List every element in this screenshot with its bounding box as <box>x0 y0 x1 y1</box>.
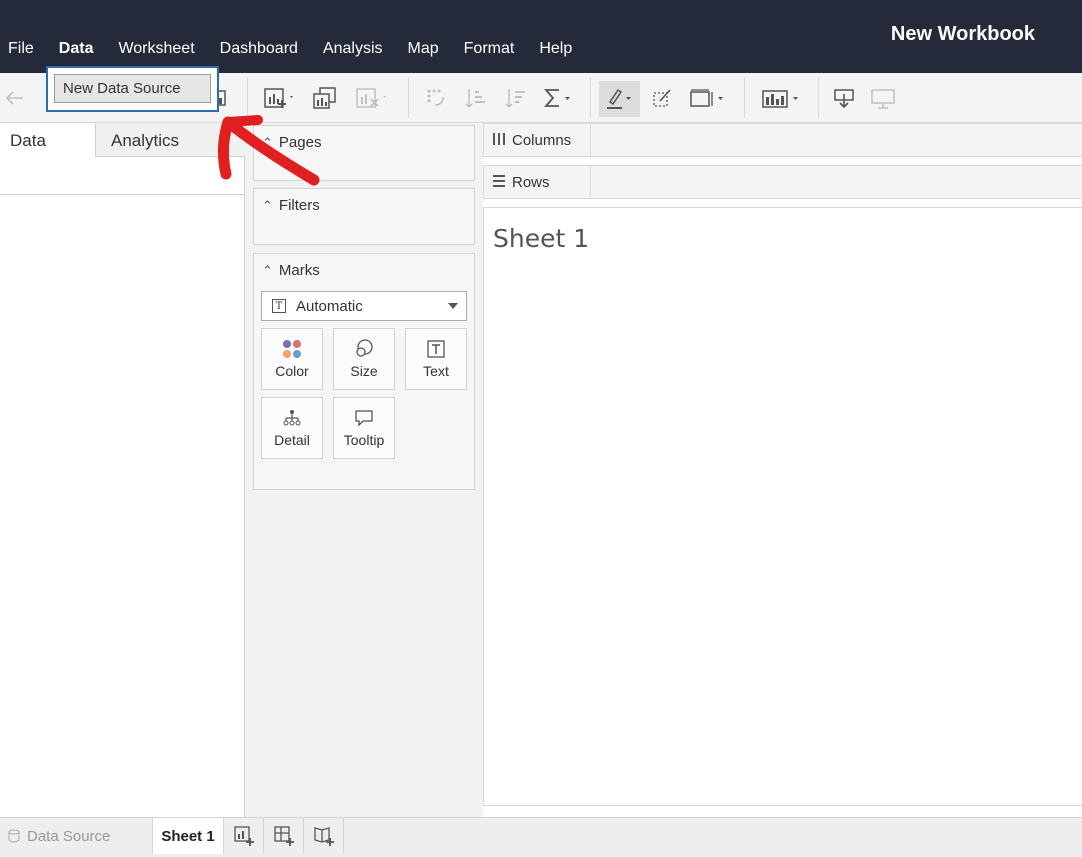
menu-help[interactable]: Help <box>539 38 572 64</box>
workbook-title: New Workbook <box>890 23 1035 45</box>
color-dots-icon <box>283 340 301 358</box>
sheet-tab-bar: Data Source Sheet 1 <box>0 817 1082 857</box>
menu-bar: File Data Worksheet Dashboard Analysis M… <box>0 0 1082 73</box>
tooltip-label: Tooltip <box>343 432 385 448</box>
sort-descending-icon[interactable] <box>504 85 528 111</box>
data-menu-dropdown: New Data Source <box>46 66 219 112</box>
fit-view-icon[interactable] <box>688 85 728 111</box>
database-icon <box>8 829 20 843</box>
marks-card: ⌃ Marks T Automatic Color Size Text Deta… <box>253 253 475 490</box>
text-mark-button[interactable]: Text <box>405 328 467 390</box>
clear-sheet-icon[interactable] <box>354 85 390 111</box>
highlight-pen-icon[interactable] <box>604 85 634 111</box>
menu-worksheet[interactable]: Worksheet <box>118 38 194 64</box>
text-mark-icon: T <box>272 299 286 313</box>
show-labels-icon[interactable] <box>760 85 802 111</box>
detail-hierarchy-icon <box>283 410 301 426</box>
filters-title: Filters <box>278 197 320 214</box>
new-worksheet-icon[interactable] <box>262 85 296 111</box>
size-circles-icon <box>356 339 373 357</box>
main-menu: File Data Worksheet Dashboard Analysis M… <box>0 38 572 64</box>
color-mark-button[interactable]: Color <box>261 328 323 390</box>
mark-type-select[interactable]: T Automatic <box>261 291 467 321</box>
menu-dashboard[interactable]: Dashboard <box>220 38 298 64</box>
menu-map[interactable]: Map <box>408 38 439 64</box>
color-label: Color <box>275 363 309 379</box>
rows-shelf[interactable]: Rows <box>483 165 1082 199</box>
new-data-source-menu-item[interactable]: New Data Source <box>54 74 211 103</box>
rows-label: Rows <box>512 173 550 191</box>
detail-label: Detail <box>274 432 310 448</box>
group-members-icon[interactable] <box>650 85 674 111</box>
menu-analysis[interactable]: Analysis <box>323 38 383 64</box>
collapse-chevron-icon[interactable]: ⌃ <box>262 198 273 214</box>
mark-type-value: Automatic <box>296 297 363 315</box>
sort-ascending-icon[interactable] <box>464 85 488 111</box>
rows-icon <box>492 174 506 191</box>
worksheet-canvas[interactable]: Sheet 1 <box>483 207 1082 806</box>
data-pane: Data Analytics <box>0 123 245 817</box>
new-worksheet-tab-icon[interactable] <box>224 818 264 854</box>
new-dashboard-tab-icon[interactable] <box>264 818 304 854</box>
size-mark-button[interactable]: Size <box>333 328 395 390</box>
size-label: Size <box>350 363 378 379</box>
tab-data[interactable]: Data <box>0 123 95 157</box>
download-icon[interactable] <box>832 85 856 111</box>
pages-card: ⌃ Pages <box>253 125 475 181</box>
chevron-down-icon <box>448 303 458 309</box>
text-label: Text <box>423 363 449 379</box>
pane-divider <box>0 194 244 195</box>
tooltip-bubble-icon <box>355 410 373 427</box>
columns-shelf[interactable]: Columns <box>483 123 1082 157</box>
columns-icon <box>492 132 506 149</box>
collapse-chevron-icon[interactable]: ⌃ <box>262 135 273 151</box>
tab-analytics[interactable]: Analytics <box>95 123 245 157</box>
sheet-tab-label: Sheet 1 <box>161 827 215 845</box>
totals-sigma-icon[interactable] <box>543 85 573 111</box>
tab-sheet-1[interactable]: Sheet 1 <box>152 818 224 854</box>
menu-format[interactable]: Format <box>464 38 515 64</box>
marks-title: Marks <box>278 262 320 279</box>
text-box-icon <box>427 340 445 358</box>
swap-rows-columns-icon[interactable] <box>424 85 448 111</box>
sheet-title[interactable]: Sheet 1 <box>493 224 589 253</box>
duplicate-sheet-icon[interactable] <box>312 85 338 111</box>
data-source-label: Data Source <box>27 827 111 845</box>
filters-card: ⌃ Filters <box>253 188 475 245</box>
presentation-icon[interactable] <box>870 85 896 111</box>
collapse-chevron-icon[interactable]: ⌃ <box>262 263 273 279</box>
cards-pane: ⌃ Pages ⌃ Filters ⌃ Marks T Automatic Co… <box>245 123 483 817</box>
menu-file[interactable]: File <box>8 38 34 64</box>
tab-data-source[interactable]: Data Source <box>0 818 152 854</box>
pages-title: Pages <box>278 134 322 151</box>
new-story-tab-icon[interactable] <box>304 818 344 854</box>
columns-label: Columns <box>512 131 572 149</box>
detail-mark-button[interactable]: Detail <box>261 397 323 459</box>
tooltip-mark-button[interactable]: Tooltip <box>333 397 395 459</box>
back-arrow-icon[interactable] <box>5 85 25 111</box>
menu-data[interactable]: Data <box>59 38 94 64</box>
